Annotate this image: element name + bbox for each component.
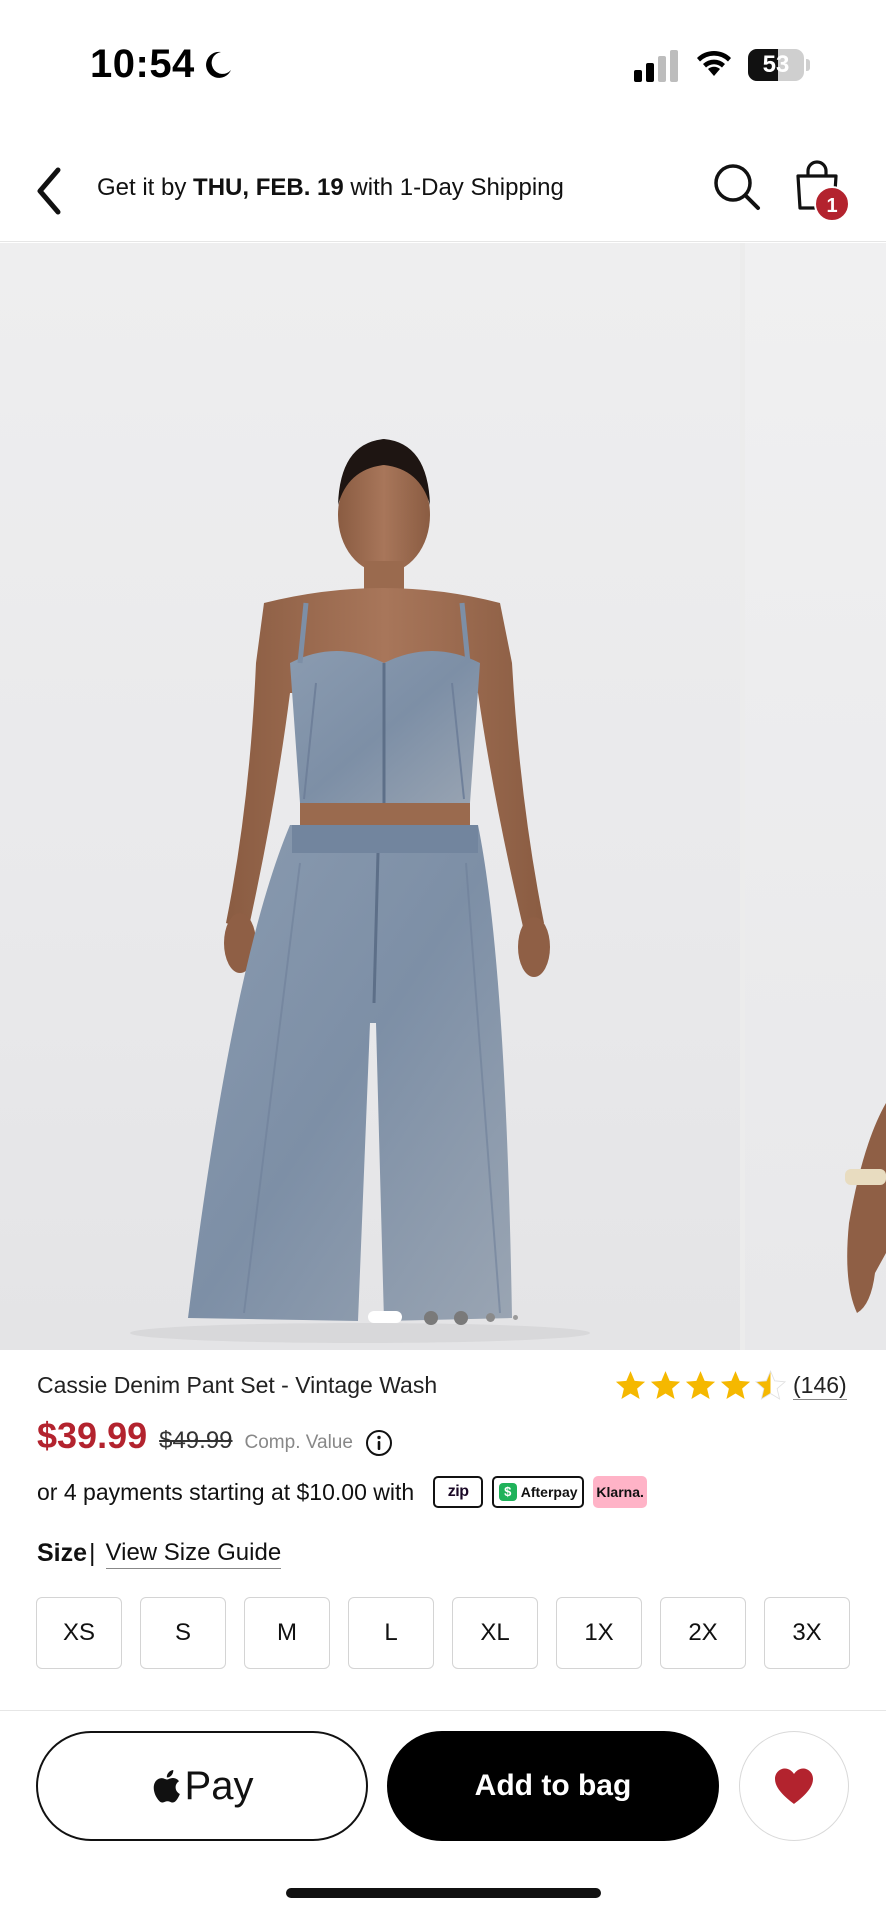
star-icon xyxy=(685,1370,716,1399)
size-option-xs[interactable]: XS xyxy=(36,1597,122,1669)
model-photo-peek xyxy=(845,1103,886,1313)
model-photo xyxy=(130,439,590,1343)
divider xyxy=(0,1710,886,1711)
battery-level: 53 xyxy=(762,51,790,78)
apple-logo-icon xyxy=(153,1770,180,1803)
product-header: Get it by THU, FEB. 19 with 1-Day Shippi… xyxy=(0,140,886,242)
size-option-3x[interactable]: 3X xyxy=(764,1597,850,1669)
size-option-s[interactable]: S xyxy=(140,1597,226,1669)
status-bar: 10:54 53 xyxy=(0,0,886,120)
shipping-prefix: Get it by xyxy=(97,174,194,201)
product-image-gallery[interactable] xyxy=(0,243,886,1350)
apple-pay-button[interactable]: Pay xyxy=(36,1731,368,1841)
size-option-l[interactable]: L xyxy=(348,1597,434,1669)
price-row: $39.99 $49.99 Comp. Value xyxy=(37,1415,393,1463)
product-image[interactable] xyxy=(0,243,740,1350)
wishlist-button[interactable] xyxy=(739,1731,849,1841)
back-icon[interactable] xyxy=(30,164,70,218)
add-to-bag-button[interactable]: Add to bag xyxy=(387,1731,719,1841)
gallery-dot xyxy=(486,1313,495,1322)
size-header: Size | View Size Guide xyxy=(37,1535,282,1571)
size-guide-link[interactable]: View Size Guide xyxy=(105,1538,282,1569)
product-rating[interactable]: (146) xyxy=(614,1368,847,1402)
shipping-date: THU, FEB. 19 xyxy=(193,174,344,201)
gallery-dot-active xyxy=(368,1311,402,1323)
battery-icon: 53 xyxy=(748,49,810,81)
heart-icon xyxy=(775,1768,813,1804)
shipping-suffix: with 1-Day Shipping xyxy=(343,174,564,201)
apple-pay-label: Pay xyxy=(184,1763,254,1808)
search-icon[interactable] xyxy=(712,162,762,212)
star-half-icon xyxy=(754,1369,787,1400)
afterpay-logo[interactable]: $ Afterpay xyxy=(492,1476,585,1508)
gallery-dot xyxy=(454,1311,468,1325)
compare-value-label: Comp. Value xyxy=(244,1432,353,1453)
wifi-icon xyxy=(697,50,731,76)
size-option-1x[interactable]: 1X xyxy=(556,1597,642,1669)
size-option-xl[interactable]: XL xyxy=(452,1597,538,1669)
sale-price: $39.99 xyxy=(37,1415,148,1456)
size-separator: | xyxy=(89,1538,96,1567)
zip-logo[interactable]: zip xyxy=(433,1476,484,1508)
cart-count-badge: 1 xyxy=(814,186,850,222)
info-icon[interactable] xyxy=(365,1429,393,1457)
moon-icon xyxy=(205,51,231,78)
size-option-2x[interactable]: 2X xyxy=(660,1597,746,1669)
installment-payments: or 4 payments starting at $10.00 with zi… xyxy=(37,1475,648,1509)
signal-icon xyxy=(634,50,678,82)
size-option-m[interactable]: M xyxy=(244,1597,330,1669)
gallery-pagination xyxy=(0,1311,740,1327)
review-count-link[interactable]: (146) xyxy=(793,1371,847,1400)
gallery-dot xyxy=(424,1311,438,1325)
clock-text: 10:54 xyxy=(90,42,195,86)
status-time: 10:54 xyxy=(90,42,235,87)
shipping-estimate: Get it by THU, FEB. 19 with 1-Day Shippi… xyxy=(97,174,564,202)
afterpay-icon: $ xyxy=(498,1483,517,1501)
klarna-logo[interactable]: Klarna. xyxy=(593,1476,648,1508)
star-icon xyxy=(615,1370,646,1399)
next-product-image[interactable] xyxy=(745,243,886,1350)
home-indicator xyxy=(286,1888,601,1898)
installment-text: or 4 payments starting at $10.00 with xyxy=(37,1478,415,1505)
product-title: Cassie Denim Pant Set - Vintage Wash xyxy=(37,1372,438,1398)
gallery-dot xyxy=(513,1315,518,1320)
compare-price: $49.99 xyxy=(159,1427,233,1454)
size-options: XS S M L XL 1X 2X 3X xyxy=(36,1597,850,1669)
star-icon xyxy=(650,1370,681,1399)
star-icon xyxy=(720,1370,751,1399)
size-label: Size xyxy=(37,1538,88,1567)
